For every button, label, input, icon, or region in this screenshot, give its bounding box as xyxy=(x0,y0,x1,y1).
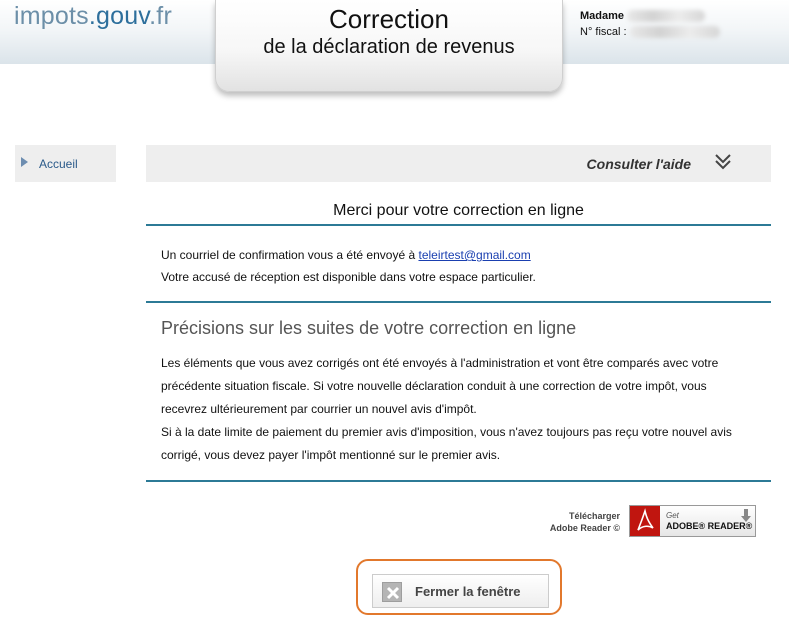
email-sent-text: Un courriel de confirmation vous a été e… xyxy=(161,248,419,262)
adobe-reader-text: ADOBE® READER® xyxy=(666,521,753,531)
logo-text-gouv: .gouv xyxy=(88,2,150,30)
help-link[interactable]: Consulter l'aide xyxy=(587,156,691,172)
redacted-fiscal-number xyxy=(629,26,720,39)
receipt-text: Votre accusé de réception est disponible… xyxy=(161,270,536,284)
sidebar-item-accueil[interactable]: Accueil xyxy=(15,145,116,182)
page-subtitle: de la déclaration de revenus xyxy=(263,36,515,58)
section-divider xyxy=(146,224,771,226)
close-window-button[interactable]: Fermer la fenêtre xyxy=(372,574,549,608)
help-bar: Consulter l'aide xyxy=(146,145,771,182)
adobe-pdf-icon xyxy=(630,506,660,536)
redacted-user-name xyxy=(627,10,706,23)
details-line: corrigé, vous devez payer l'impôt mentio… xyxy=(161,448,501,462)
user-info: Madame N° fiscal : xyxy=(580,8,720,40)
triangle-right-icon xyxy=(21,157,28,167)
user-title: Madame xyxy=(580,10,625,22)
page-title-box: Correction de la déclaration de revenus xyxy=(215,0,563,92)
confirmation-message: Un courriel de confirmation vous a été e… xyxy=(161,244,536,288)
logo-text-fr: .fr xyxy=(149,2,172,30)
adobe-caption-line: Télécharger xyxy=(568,511,620,521)
adobe-download-caption: Télécharger Adobe Reader © xyxy=(540,510,620,534)
details-text: Les éléments que vous avez corrigés ont … xyxy=(161,352,761,467)
details-line: recevrez ultérieurement par courrier un … xyxy=(161,402,477,416)
sidebar-item-label: Accueil xyxy=(39,157,78,171)
get-adobe-reader-button[interactable]: Get ADOBE® READER® xyxy=(629,505,756,537)
details-line: précédente situation fiscale. Si votre n… xyxy=(161,379,707,393)
details-line: Les éléments que vous avez corrigés ont … xyxy=(161,356,719,370)
double-chevron-down-icon[interactable] xyxy=(713,152,733,172)
impots-gouv-logo[interactable]: impots.gouv.fr xyxy=(14,2,172,31)
fiscal-number-label: N° fiscal : xyxy=(580,26,627,38)
close-icon xyxy=(382,582,402,602)
adobe-caption-line: Adobe Reader © xyxy=(549,523,620,533)
section-divider xyxy=(146,301,771,303)
confirmation-title: Merci pour votre correction en ligne xyxy=(333,202,584,219)
details-line: Si à la date limite de paiement du premi… xyxy=(161,425,732,439)
email-link[interactable]: teleirtest@gmail.com xyxy=(418,248,530,262)
section-divider xyxy=(146,480,771,482)
adobe-get-text: Get xyxy=(666,511,679,520)
details-title: Précisions sur les suites de votre corre… xyxy=(161,318,577,338)
download-arrow-icon xyxy=(741,509,751,522)
logo-text-impots: impots xyxy=(14,2,89,30)
close-window-label: Fermer la fenêtre xyxy=(415,584,521,599)
page-title: Correction xyxy=(329,4,449,34)
